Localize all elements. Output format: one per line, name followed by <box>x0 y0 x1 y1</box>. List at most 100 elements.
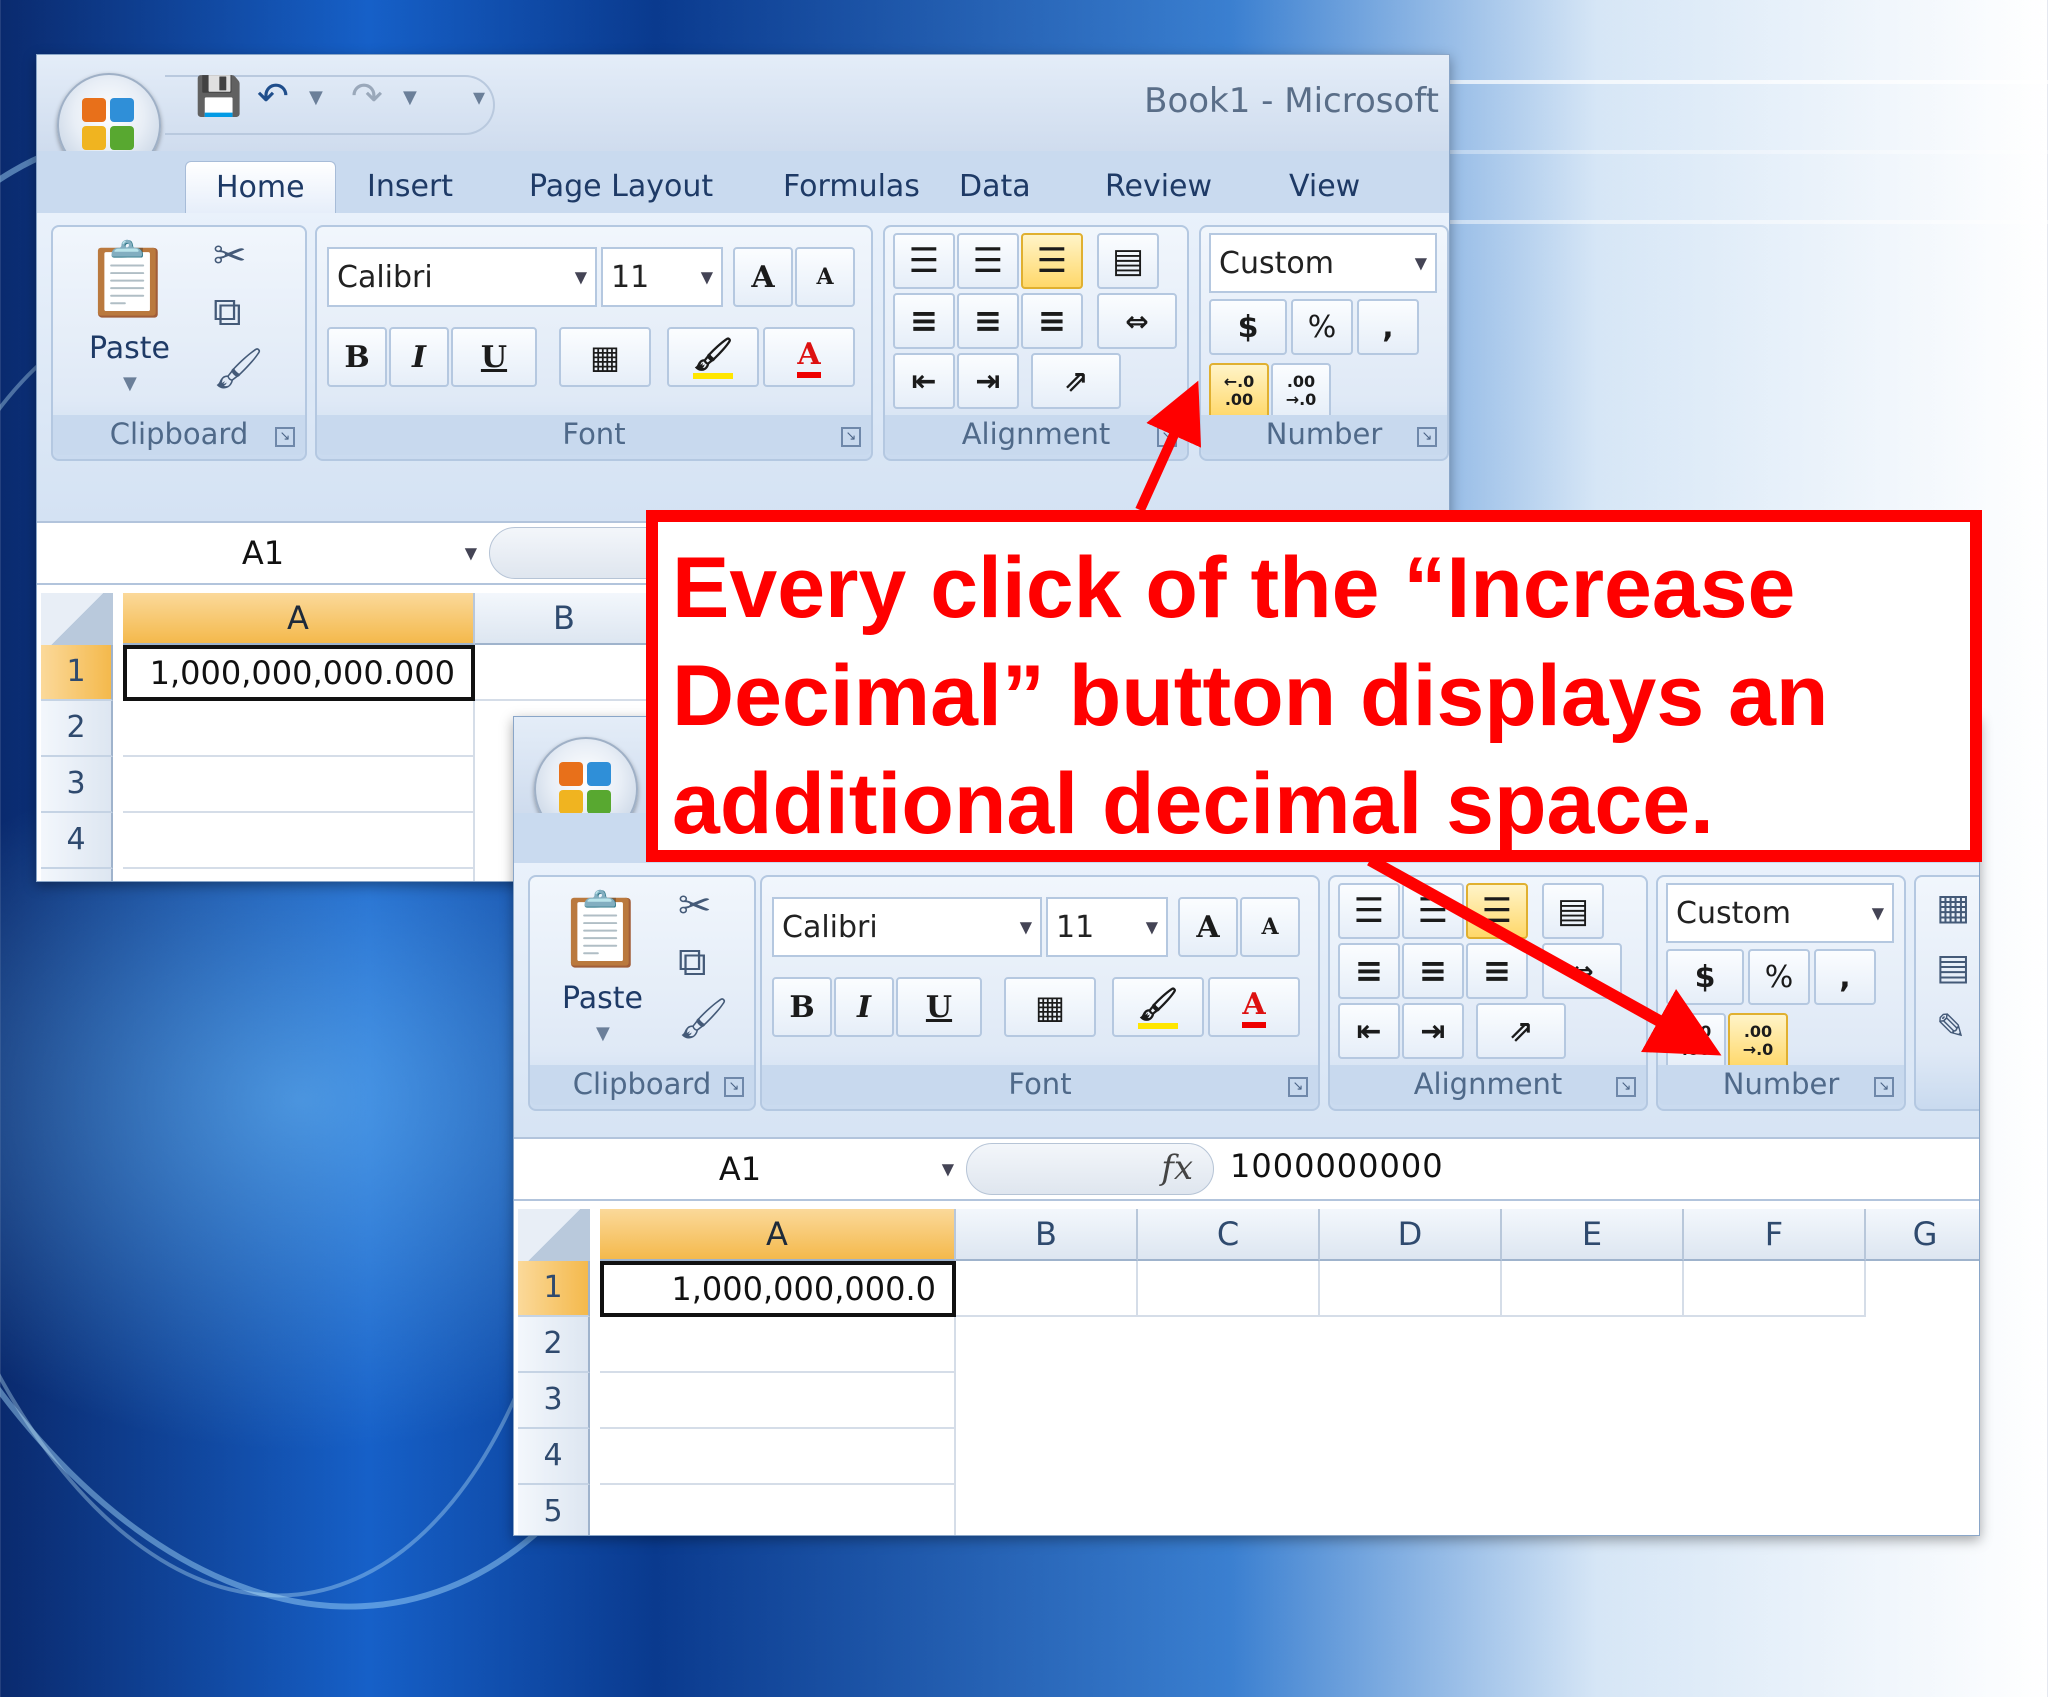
decrease-decimal-button[interactable]: .00 →.0 <box>1271 363 1331 419</box>
paste-icon[interactable]: 📋 <box>83 237 173 322</box>
currency-button[interactable]: $ <box>1666 949 1744 1005</box>
column-header-b[interactable]: B <box>475 593 655 645</box>
cell-a4[interactable] <box>123 813 475 869</box>
row-header-2[interactable]: 2 <box>518 1317 590 1373</box>
cell-b1[interactable] <box>475 645 655 701</box>
percent-button[interactable]: % <box>1291 299 1353 355</box>
comma-button[interactable]: , <box>1814 949 1876 1005</box>
currency-button[interactable]: $ <box>1209 299 1287 355</box>
bold-button[interactable]: B <box>772 977 832 1037</box>
borders-button[interactable]: ▦ <box>559 327 651 387</box>
cell-a5[interactable] <box>600 1485 956 1535</box>
number-launcher-icon[interactable]: ↘ <box>1874 1077 1894 1097</box>
paste-button[interactable]: Paste <box>89 331 170 366</box>
clipboard-launcher-icon[interactable]: ↘ <box>275 427 295 447</box>
shrink-font-button[interactable]: A <box>795 247 855 307</box>
format-painter-icon[interactable]: 🖌 <box>213 345 264 392</box>
font-launcher-icon[interactable]: ↘ <box>1288 1077 1308 1097</box>
row-header-5[interactable]: 5 <box>518 1485 590 1535</box>
align-center-button[interactable]: ≡ <box>957 293 1019 349</box>
align-top-button[interactable]: ☰ <box>1338 883 1400 939</box>
select-all-button[interactable] <box>41 593 113 645</box>
cell-a3[interactable] <box>600 1373 956 1429</box>
cell-a3[interactable] <box>123 757 475 813</box>
customize-qat-icon[interactable]: ▾ <box>473 83 485 111</box>
decrease-decimal-button[interactable]: .00 →.0 <box>1728 1013 1788 1069</box>
column-header-d[interactable]: D <box>1320 1209 1502 1261</box>
font-color-button[interactable]: A <box>763 327 855 387</box>
number-format-select[interactable]: Custom ▼ <box>1209 233 1437 293</box>
paste-button[interactable]: Paste <box>562 981 643 1016</box>
grow-font-button[interactable]: A <box>1178 897 1238 957</box>
cell-a4[interactable] <box>600 1429 956 1485</box>
name-box[interactable]: A1 ▼ <box>41 527 485 579</box>
column-header-b[interactable]: B <box>956 1209 1138 1261</box>
insert-function-icon[interactable]: fx <box>1161 1148 1193 1188</box>
orientation-button[interactable]: ▤ <box>1542 883 1604 939</box>
cut-icon[interactable]: ✂ <box>678 883 712 929</box>
increase-indent-button[interactable]: ⇥ <box>957 353 1019 409</box>
font-launcher-icon[interactable]: ↘ <box>841 427 861 447</box>
align-center-button[interactable]: ≡ <box>1402 943 1464 999</box>
font-color-button[interactable]: A <box>1208 977 1300 1037</box>
formula-input[interactable]: 1000000000 <box>1230 1147 1444 1185</box>
align-bottom-button[interactable]: ☰ <box>1466 883 1528 939</box>
align-right-button[interactable]: ≡ <box>1021 293 1083 349</box>
cell-a2[interactable] <box>123 701 475 757</box>
redo-icon[interactable]: ↷ <box>351 77 383 115</box>
undo-dropdown-icon[interactable]: ▼ <box>309 87 323 108</box>
column-header-a[interactable]: A <box>123 593 475 645</box>
cell-a1[interactable]: 1,000,000,000.0 <box>600 1261 956 1317</box>
align-middle-button[interactable]: ☰ <box>1402 883 1464 939</box>
undo-icon[interactable]: ↶ <box>257 77 289 115</box>
format-as-table-icon[interactable]: ▤ <box>1936 947 1970 988</box>
merge-center-button[interactable]: ⇔ <box>1097 293 1177 349</box>
align-top-button[interactable]: ☰ <box>893 233 955 289</box>
tab-data[interactable]: Data <box>929 161 1061 213</box>
tab-page-layout[interactable]: Page Layout <box>499 161 743 213</box>
decrease-indent-button[interactable]: ⇤ <box>1338 1003 1400 1059</box>
name-box[interactable]: A1 ▼ <box>518 1143 962 1195</box>
copy-icon[interactable]: ⧉ <box>213 289 242 335</box>
italic-button[interactable]: I <box>834 977 894 1037</box>
copy-icon[interactable]: ⧉ <box>678 939 707 985</box>
grow-font-button[interactable]: A <box>733 247 793 307</box>
tab-insert[interactable]: Insert <box>337 161 483 213</box>
redo-dropdown-icon[interactable]: ▼ <box>403 87 417 108</box>
number-format-select[interactable]: Custom ▼ <box>1666 883 1894 943</box>
tab-review[interactable]: Review <box>1075 161 1242 213</box>
align-middle-button[interactable]: ☰ <box>957 233 1019 289</box>
save-icon[interactable]: 💾 <box>195 77 242 115</box>
cell-e1[interactable] <box>1502 1261 1684 1317</box>
cell-a5[interactable] <box>123 869 475 881</box>
align-right-button[interactable]: ≡ <box>1466 943 1528 999</box>
number-launcher-icon[interactable]: ↘ <box>1417 427 1437 447</box>
bold-button[interactable]: B <box>327 327 387 387</box>
tab-formulas[interactable]: Formulas <box>753 161 950 213</box>
shrink-font-button[interactable]: A <box>1240 897 1300 957</box>
row-header-3[interactable]: 3 <box>518 1373 590 1429</box>
font-family-select[interactable]: Calibri ▼ <box>772 897 1042 957</box>
cell-a1[interactable]: 1,000,000,000.000 <box>123 645 475 701</box>
column-header-f[interactable]: F <box>1684 1209 1866 1261</box>
italic-button[interactable]: I <box>389 327 449 387</box>
font-size-select[interactable]: 11 ▼ <box>601 247 723 307</box>
fill-color-button[interactable]: 🖌 <box>667 327 759 387</box>
increase-indent-button[interactable]: ⇥ <box>1402 1003 1464 1059</box>
paste-dropdown-icon[interactable]: ▼ <box>596 1023 610 1044</box>
fill-color-button[interactable]: 🖌 <box>1112 977 1204 1037</box>
cell-a2[interactable] <box>600 1317 956 1373</box>
align-left-button[interactable]: ≡ <box>893 293 955 349</box>
underline-button[interactable]: U <box>451 327 537 387</box>
comma-button[interactable]: , <box>1357 299 1419 355</box>
row-header-1[interactable]: 1 <box>518 1261 590 1317</box>
column-header-a[interactable]: A <box>600 1209 956 1261</box>
text-orientation-button[interactable]: ⇗ <box>1476 1003 1566 1059</box>
orientation-button[interactable]: ▤ <box>1097 233 1159 289</box>
select-all-button[interactable] <box>518 1209 590 1261</box>
alignment-launcher-icon[interactable]: ↘ <box>1157 427 1177 447</box>
row-header-2[interactable]: 2 <box>41 701 113 757</box>
conditional-formatting-icon[interactable]: ▦ <box>1936 887 1970 928</box>
underline-button[interactable]: U <box>896 977 982 1037</box>
column-header-g[interactable]: G <box>1866 1209 1979 1261</box>
